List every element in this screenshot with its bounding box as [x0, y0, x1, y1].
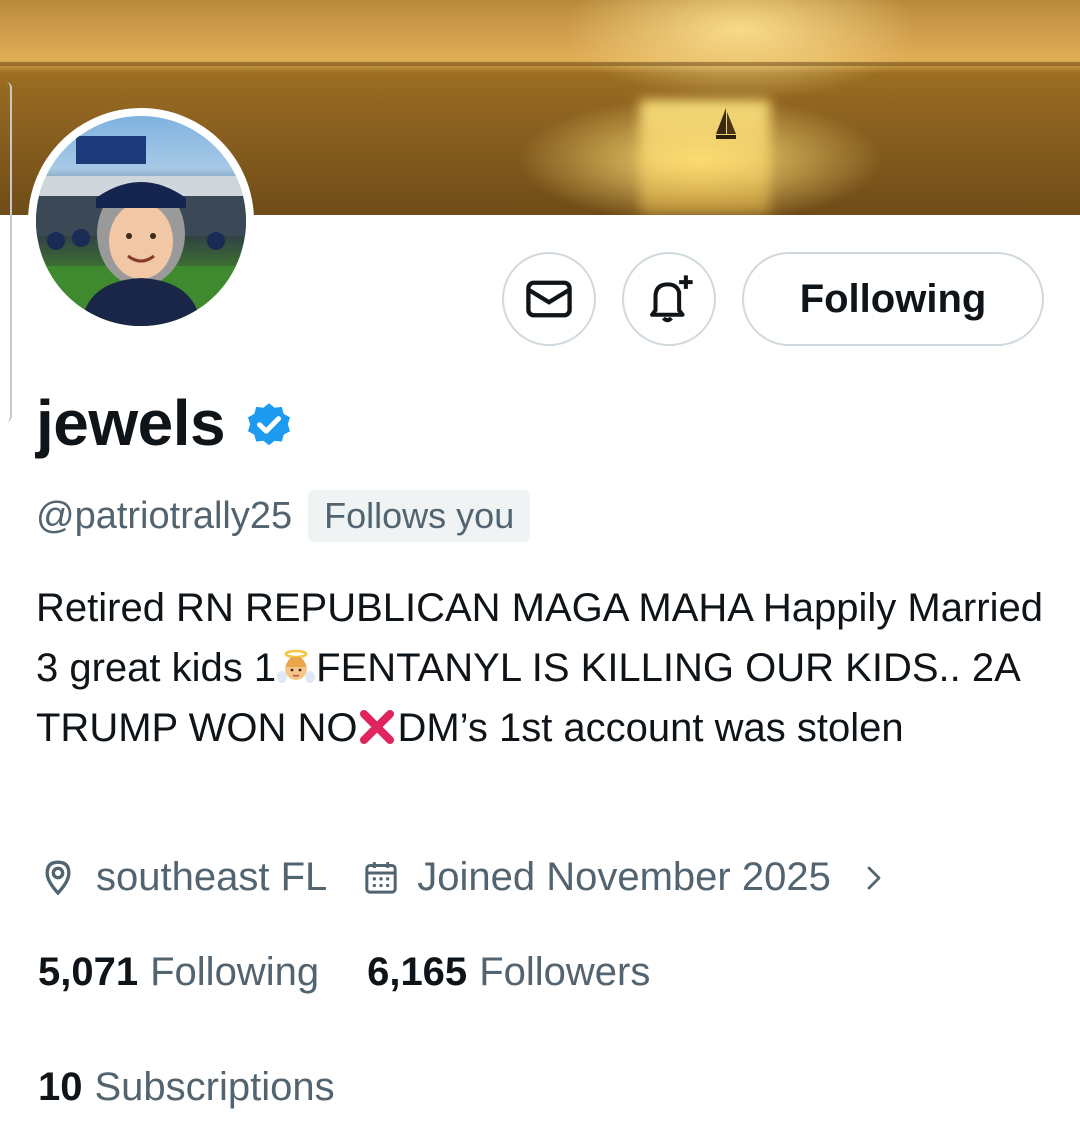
banner-horizon	[0, 62, 1080, 66]
message-button[interactable]	[502, 252, 596, 346]
avatar-image	[36, 116, 246, 326]
follows-you-badge: Follows you	[308, 490, 531, 542]
followers-stat[interactable]: 6,165 Followers	[367, 950, 650, 995]
baby-angel-emoji-icon	[277, 649, 316, 683]
bell-plus-icon	[650, 275, 693, 323]
calendar-icon	[365, 861, 397, 894]
subscriptions-label: Subscriptions	[94, 1065, 335, 1109]
followers-count: 6,165	[367, 950, 468, 994]
following-stat[interactable]: 5,071 Following	[38, 950, 319, 995]
user-handle: @patriotrally25	[36, 494, 293, 537]
joined-text: Joined November 2025	[417, 855, 831, 899]
scroll-edge	[0, 82, 12, 422]
verified-badge-icon[interactable]	[243, 400, 295, 452]
chevron-right-icon[interactable]	[859, 860, 889, 896]
profile-bio: Retired RN REPUBLICAN MAGA MAHA Happily …	[36, 578, 1046, 758]
location-text: southeast FL	[96, 855, 328, 899]
sailboat-icon	[716, 108, 736, 139]
following-count: 5,071	[38, 950, 139, 994]
banner-sun-glow	[560, 0, 920, 100]
bio-text-3: DM’s 1st account was stolen	[397, 706, 904, 750]
joined-item: Joined November 2025	[361, 855, 831, 900]
envelope-icon	[526, 280, 572, 318]
profile-avatar[interactable]	[28, 108, 254, 334]
subscriptions-stat[interactable]: 10 Subscriptions	[38, 1065, 335, 1110]
notifications-button[interactable]	[622, 252, 716, 346]
followers-label: Followers	[479, 950, 651, 994]
following-button[interactable]: Following	[742, 252, 1044, 346]
subscriptions-count: 10	[38, 1065, 83, 1109]
location-pin-icon	[45, 859, 71, 895]
follow-stats-row: 5,071 Following 6,165 Followers	[38, 950, 650, 995]
banner-sun-reflection	[640, 100, 770, 215]
location-item: southeast FL	[38, 855, 327, 900]
following-label: Following	[150, 950, 320, 994]
red-x-emoji-icon	[360, 710, 395, 744]
display-name: jewels	[36, 387, 226, 459]
handle-row: @patriotrally25 Follows you	[36, 490, 531, 542]
profile-meta-row: southeast FL Joined November 2025	[38, 855, 889, 900]
name-row: jewels	[36, 385, 295, 461]
avatar-illustration	[36, 136, 246, 326]
